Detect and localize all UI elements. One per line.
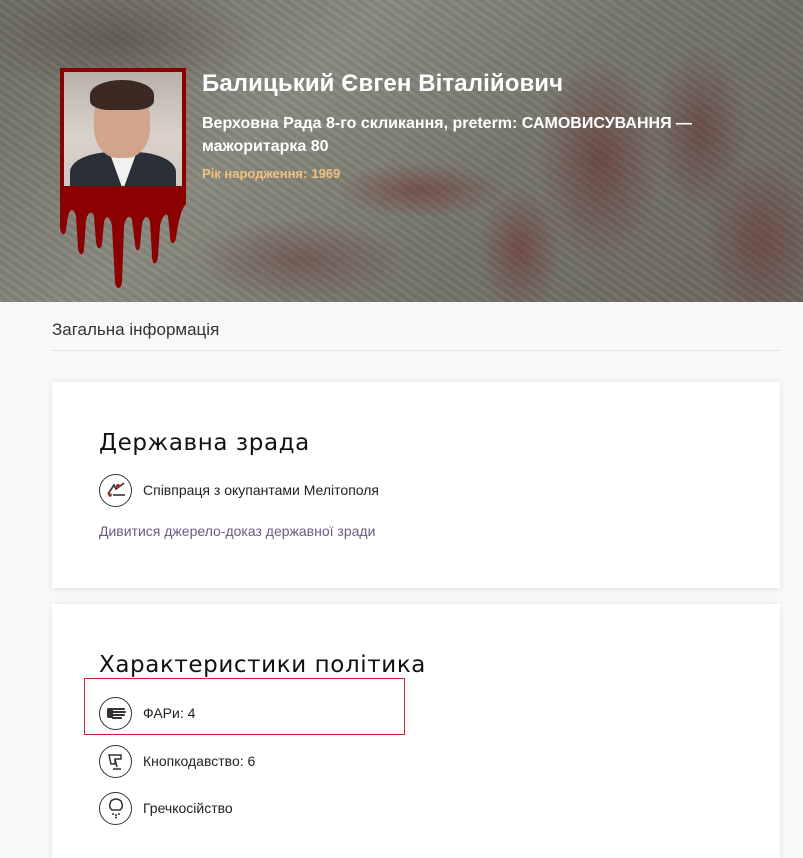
trait-item-grechkosiistvo: Гречкосійство [99,791,233,825]
buckwheat-icon [99,791,132,825]
trait-label-grechkosiistvo: Гречкосійство [143,800,233,816]
politician-name: Балицький Євген Віталійович [202,70,564,97]
trait-item-knopkodavstvo: Кнопкодавство: 6 [99,744,255,778]
birth-year-label: Рік народження: [202,166,308,181]
profile-hero: Балицький Євген Віталійович Верховна Рад… [0,0,803,302]
traits-heading: Характеристики політика [99,652,427,678]
politician-convocation: Верховна Рада 8-го скликання, preterm: С… [202,115,693,155]
portrait-photo [64,72,182,188]
button-press-icon [99,744,132,778]
birth-year-value: 1969 [311,166,341,181]
portrait-frame [60,68,186,192]
section-title-general: Загальна інформація [52,320,780,351]
portrait [60,68,186,290]
treason-item-label: Співпраця з окупантами Мелітополя [143,482,380,498]
trait-label-knopkodavstvo: Кнопкодавство: 6 [143,753,256,769]
treason-icon [99,473,132,507]
birth-year-info: Рік народження: 1969 [202,166,340,181]
treason-heading: Державна зрада [99,430,310,456]
blood-drips-decoration [60,186,186,288]
treason-item: Співпраця з окупантами Мелітополя [99,473,379,507]
highlight-box [84,678,405,735]
treason-evidence-link[interactable]: Дивитися джерело-доказ державної зради [99,523,375,539]
treason-card: Державна зрада Співпраця з окупантами Ме… [52,382,780,588]
